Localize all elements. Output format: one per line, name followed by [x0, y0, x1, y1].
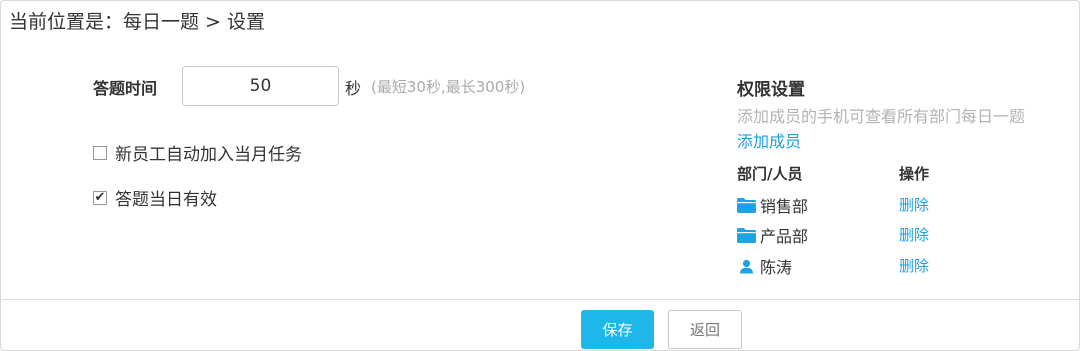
settings-panel: 当前位置是：每日一题 > 设置 答题时间 秒 (最短30秒,最长300秒) 新员…: [0, 0, 1080, 351]
auto-join-checkbox-row[interactable]: 新员工自动加入当月任务: [93, 140, 302, 165]
member-row-chentao: 陈涛: [737, 254, 792, 278]
answer-time-label: 答题时间: [93, 79, 158, 98]
permission-description: 添加成员的手机可查看所有部门每日一题: [737, 107, 1026, 126]
add-member-link[interactable]: 添加成员: [737, 128, 801, 152]
footer-divider: [2, 299, 1080, 300]
folder-icon: [737, 197, 756, 213]
breadcrumb: 当前位置是：每日一题 > 设置: [9, 11, 265, 33]
column-header-member: 部门/人员: [737, 165, 803, 183]
auto-join-checkbox[interactable]: [93, 145, 107, 160]
permission-settings-title: 权限设置: [737, 80, 805, 100]
member-name: 销售部: [760, 197, 809, 216]
member-row-sales: 销售部: [737, 193, 808, 217]
delete-link-sales[interactable]: 删除: [899, 194, 929, 215]
folder-icon: [737, 227, 756, 243]
same-day-valid-checkbox-row[interactable]: ✔ 答题当日有效: [93, 185, 217, 210]
delete-link-chentao[interactable]: 删除: [899, 255, 929, 276]
time-unit-label: 秒: [345, 79, 362, 98]
member-name: 陈涛: [760, 258, 793, 277]
same-day-valid-label: 答题当日有效: [115, 190, 217, 210]
user-icon: [740, 259, 753, 273]
save-button[interactable]: 保存: [581, 310, 654, 349]
member-name: 产品部: [760, 227, 809, 246]
back-button[interactable]: 返回: [668, 310, 742, 349]
delete-link-product[interactable]: 删除: [899, 224, 929, 245]
time-range-hint: (最短30秒,最长300秒): [371, 78, 526, 96]
column-header-action: 操作: [899, 165, 930, 183]
auto-join-label: 新员工自动加入当月任务: [115, 145, 302, 165]
member-row-product: 产品部: [737, 223, 808, 247]
same-day-valid-checkbox[interactable]: ✔: [93, 190, 107, 205]
answer-time-input[interactable]: [182, 66, 339, 106]
